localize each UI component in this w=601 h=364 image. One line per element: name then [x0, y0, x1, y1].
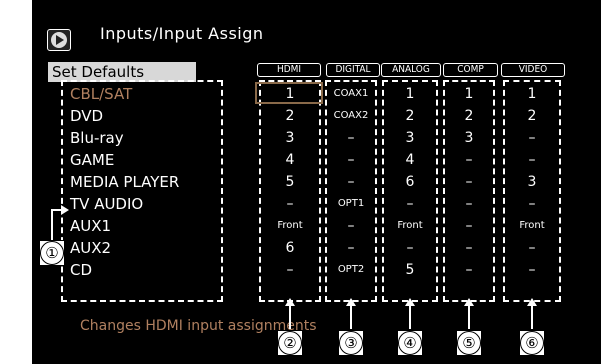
input-row-bluray[interactable]: Blu-ray: [70, 128, 124, 148]
callout-6-badge: ⑥: [520, 331, 544, 355]
cell-comp[interactable]: –: [441, 260, 497, 280]
callout-4-arrowhead: [405, 298, 415, 306]
callout-4-badge: ④: [398, 331, 422, 355]
column-header-digital: DIGITAL: [326, 63, 380, 77]
cell-analog[interactable]: 4: [382, 150, 438, 170]
cell-analog[interactable]: –: [382, 194, 438, 214]
cell-hdmi[interactable]: 5: [262, 172, 318, 192]
cell-hdmi[interactable]: Front: [262, 216, 318, 236]
callout-3-badge: ③: [339, 331, 363, 355]
cell-comp[interactable]: 1: [441, 84, 497, 104]
inputs-menu-icon: [47, 29, 71, 51]
cell-video[interactable]: –: [504, 260, 560, 280]
cell-hdmi[interactable]: –: [262, 194, 318, 214]
column-header-video: VIDEO: [501, 63, 565, 77]
callout-2-badge: ②: [278, 331, 302, 355]
cell-digital[interactable]: –: [323, 216, 379, 236]
cell-video[interactable]: 3: [504, 172, 560, 192]
callout-3-arrowhead: [346, 298, 356, 306]
cell-digital[interactable]: –: [323, 128, 379, 148]
cell-comp[interactable]: 3: [441, 128, 497, 148]
cell-digital[interactable]: COAX2: [323, 106, 379, 126]
cell-video[interactable]: –: [504, 238, 560, 258]
callout-5-arrowhead: [464, 298, 474, 306]
cell-analog[interactable]: 3: [382, 128, 438, 148]
cell-comp[interactable]: –: [441, 238, 497, 258]
cell-analog[interactable]: 1: [382, 84, 438, 104]
cell-analog[interactable]: Front: [382, 216, 438, 236]
callout-1-arrowhead: [61, 205, 69, 215]
callout-2-line: [289, 305, 291, 329]
callout-6-arrowhead: [527, 298, 537, 306]
cell-hdmi[interactable]: 3: [262, 128, 318, 148]
input-row-cd[interactable]: CD: [70, 260, 92, 280]
column-header-hdmi: HDMI: [257, 63, 321, 77]
callout-5-badge: ⑤: [457, 331, 481, 355]
callout-6-line: [531, 305, 533, 329]
cell-hdmi[interactable]: 6: [262, 238, 318, 258]
cell-video[interactable]: Front: [504, 216, 560, 236]
column-header-comp: COMP: [443, 63, 498, 77]
cell-comp[interactable]: 2: [441, 106, 497, 126]
cell-analog[interactable]: 2: [382, 106, 438, 126]
cell-comp[interactable]: –: [441, 216, 497, 236]
cell-hdmi[interactable]: –: [262, 260, 318, 280]
cell-video[interactable]: –: [504, 128, 560, 148]
input-row-dvd[interactable]: DVD: [70, 106, 103, 126]
callout-1-badge: ①: [40, 241, 64, 265]
cell-digital[interactable]: –: [323, 150, 379, 170]
cell-analog[interactable]: –: [382, 238, 438, 258]
callout-3-line: [350, 305, 352, 329]
cell-digital[interactable]: OPT2: [323, 260, 379, 280]
cell-video[interactable]: 1: [504, 84, 560, 104]
cell-video[interactable]: 2: [504, 106, 560, 126]
cell-comp[interactable]: –: [441, 194, 497, 214]
cell-digital[interactable]: OPT1: [323, 194, 379, 214]
set-defaults-button[interactable]: Set Defaults: [48, 62, 196, 82]
input-row-game[interactable]: GAME: [70, 150, 114, 170]
page-title: Inputs/Input Assign: [100, 24, 264, 43]
cell-hdmi[interactable]: 2: [262, 106, 318, 126]
cell-hdmi[interactable]: 4: [262, 150, 318, 170]
cell-digital[interactable]: –: [323, 238, 379, 258]
cell-video[interactable]: –: [504, 194, 560, 214]
input-row-cbl-sat[interactable]: CBL/SAT: [70, 84, 132, 104]
cell-video[interactable]: –: [504, 150, 560, 170]
cell-hdmi[interactable]: 1: [262, 84, 318, 104]
column-header-analog: ANALOG: [381, 63, 441, 77]
cell-comp[interactable]: –: [441, 172, 497, 192]
cell-digital[interactable]: –: [323, 172, 379, 192]
input-row-media-player[interactable]: MEDIA PLAYER: [70, 172, 179, 192]
callout-4-line: [409, 305, 411, 329]
input-row-aux2[interactable]: AUX2: [70, 238, 111, 258]
input-row-tv-audio[interactable]: TV AUDIO: [70, 194, 143, 214]
input-row-aux1[interactable]: AUX1: [70, 216, 111, 236]
callout-5-line: [468, 305, 470, 329]
cell-analog[interactable]: 5: [382, 260, 438, 280]
callout-2-arrowhead: [285, 298, 295, 306]
cell-analog[interactable]: 6: [382, 172, 438, 192]
cell-comp[interactable]: –: [441, 150, 497, 170]
cell-digital[interactable]: COAX1: [323, 84, 379, 104]
